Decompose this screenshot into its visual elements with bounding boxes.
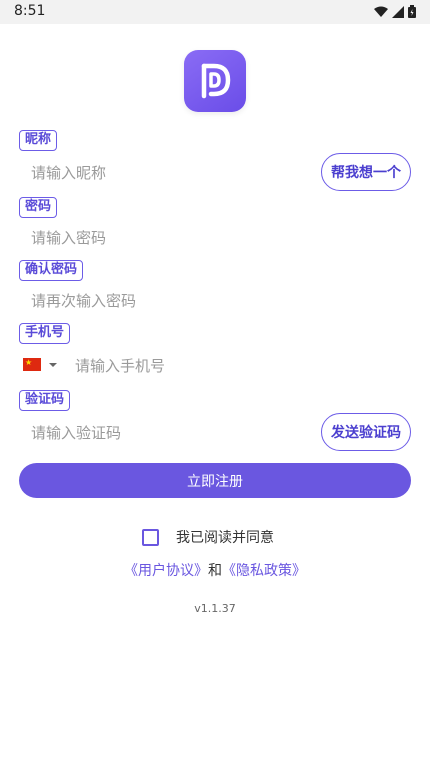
phone-label: 手机号 [19, 323, 71, 344]
status-icons [374, 5, 416, 18]
register-button[interactable]: 立即注册 [19, 463, 411, 498]
confirm-password-input[interactable] [31, 290, 301, 312]
agreement-checkbox[interactable] [142, 528, 159, 546]
battery-icon [408, 5, 416, 18]
status-time: 8:51 [14, 3, 46, 19]
signal-icon [392, 5, 404, 18]
verification-code-input[interactable] [31, 422, 301, 444]
verification-code-label: 验证码 [19, 390, 71, 411]
confirm-password-label: 确认密码 [19, 260, 84, 281]
country-code-selector[interactable]: ★ [23, 358, 57, 371]
policy-conjunction: 和 [208, 563, 222, 579]
china-flag-icon: ★ [23, 358, 41, 371]
agreement-label: 我已阅读并同意 [176, 530, 274, 546]
password-label: 密码 [19, 197, 58, 218]
nickname-input[interactable] [31, 162, 301, 184]
privacy-policy-link[interactable]: 《隐私政策》 [222, 563, 306, 579]
wifi-icon [374, 6, 388, 17]
policy-links: 《用户协议》和《隐私政策》 [0, 560, 430, 580]
nickname-label: 昵称 [19, 130, 58, 151]
status-bar: 8:51 [0, 0, 430, 24]
suggest-nickname-button[interactable]: 帮我想一个 [321, 153, 411, 191]
send-code-button[interactable]: 发送验证码 [321, 413, 411, 451]
agreement-row: 我已阅读并同意 [142, 527, 274, 547]
logo-icon [201, 63, 231, 99]
password-input[interactable] [31, 227, 301, 249]
app-logo [184, 50, 246, 112]
user-agreement-link[interactable]: 《用户协议》 [124, 563, 208, 579]
phone-input[interactable] [75, 355, 315, 377]
app-version: v1.1.37 [194, 602, 236, 615]
chevron-down-icon [49, 362, 57, 367]
